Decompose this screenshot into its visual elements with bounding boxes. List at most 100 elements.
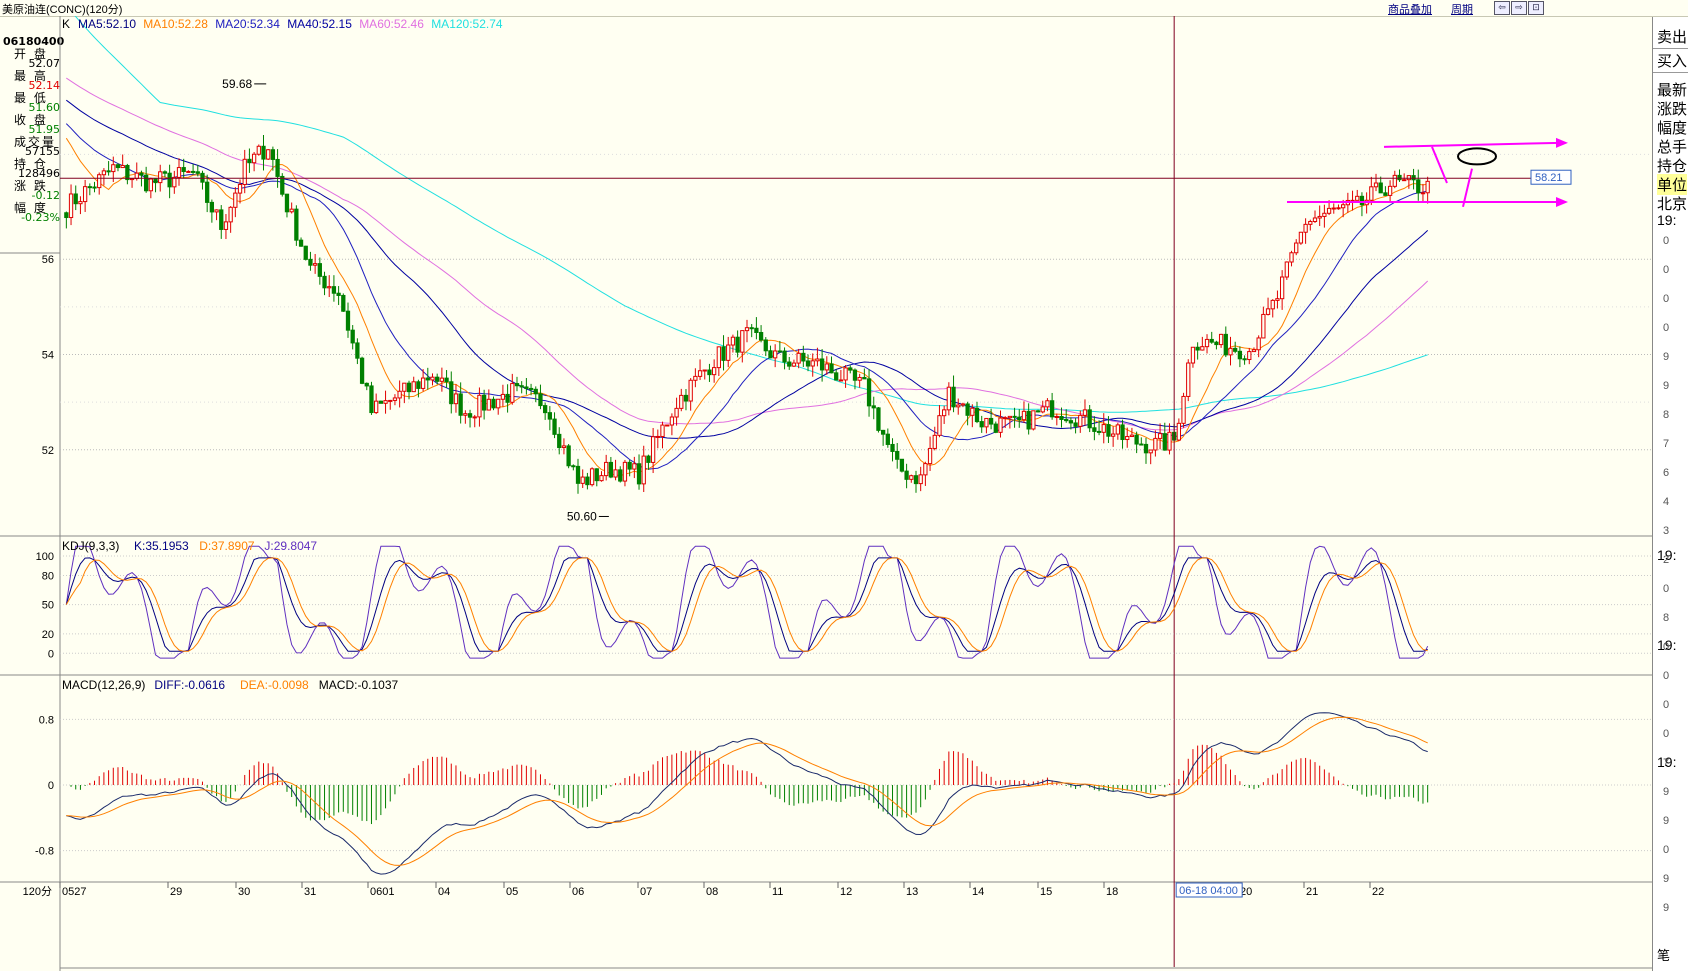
price-indicator-name: K [62, 17, 70, 31]
candle-body [1049, 400, 1055, 418]
macd-diff-line [66, 712, 1428, 875]
candle-body [834, 372, 839, 381]
next-arrow-icon[interactable]: ⇨ [1511, 1, 1527, 15]
candle-body [472, 416, 477, 419]
candle-body [144, 174, 149, 192]
candle-body [223, 221, 229, 230]
candle-body [740, 330, 745, 353]
tick-value: 9 [1663, 380, 1670, 392]
candle-body [172, 176, 177, 188]
macd-readout: MACD:-0.1037 [319, 678, 399, 692]
candle-body [327, 286, 332, 289]
overlay-commodity-button[interactable]: 商品叠加 [1388, 1, 1432, 17]
candle-body [294, 208, 299, 241]
tick-value: 9 [1663, 351, 1670, 363]
tick-value: 0 [1663, 293, 1670, 305]
quote-field-label: 总手 [1657, 139, 1688, 156]
x-axis-date-label: 05 [506, 886, 518, 898]
candle-body [237, 184, 243, 194]
candle-body [1416, 179, 1421, 194]
kdj-tick-label: 50 [42, 600, 54, 612]
candle-body [547, 412, 552, 420]
candle-body [580, 476, 585, 484]
candle-body [937, 415, 942, 436]
candle-body [744, 327, 750, 332]
ma20-line [65, 123, 1428, 470]
candle-body [312, 263, 318, 266]
candle-body [1017, 416, 1022, 421]
candle-body [632, 463, 637, 470]
x-axis-date-label: 29 [170, 886, 182, 898]
x-axis-date-label: 07 [640, 886, 652, 898]
candle-body [763, 339, 768, 352]
candle-body [927, 447, 933, 465]
candle-body [636, 463, 642, 485]
cursor-time-label: 06-18 04:00 [1179, 885, 1238, 897]
candle-body [852, 369, 858, 381]
candle-body [402, 382, 407, 392]
candle-body [1106, 424, 1111, 437]
candle-body [810, 360, 815, 367]
ma120-line [74, 16, 1428, 413]
candle-body [669, 416, 675, 426]
tick-value: 0 [1663, 844, 1670, 856]
candle-body [1092, 427, 1097, 432]
candle-body [317, 263, 322, 277]
candle-body [1322, 212, 1327, 217]
candle-body [599, 475, 604, 482]
candle-body [1111, 433, 1116, 437]
candle-body [1181, 395, 1186, 424]
candle-body [181, 167, 186, 173]
candle-body [693, 375, 698, 381]
candle-body [589, 468, 595, 486]
ma-readout: MA60:52.46 [359, 17, 424, 31]
sell-button[interactable]: 卖出 [1653, 27, 1688, 49]
buy-button[interactable]: 买入 [1653, 51, 1688, 73]
candle-body [378, 400, 383, 404]
chart-area[interactable]: 56 54 52 59.68 50.60 K MA5:52.10 MA10:52.28 MA20… [0, 16, 1652, 971]
candle-body [1242, 358, 1247, 361]
restore-window-icon[interactable]: ⊡ [1528, 1, 1544, 15]
trades-footer-label: 笔 [1657, 948, 1671, 963]
macd-readout: MACD(12,26,9) [62, 678, 145, 692]
candle-body [463, 413, 468, 416]
candle-body [773, 350, 778, 359]
candle-body [120, 164, 125, 169]
candle-body [1176, 422, 1182, 441]
x-axis-date-label: 22 [1372, 886, 1384, 898]
tick-value: 0 [1663, 235, 1670, 247]
candle-body [1082, 409, 1088, 416]
candle-body [397, 390, 402, 399]
candle-body [1218, 333, 1224, 346]
candle-body [538, 393, 543, 407]
candle-body [167, 172, 172, 188]
candle-body [458, 393, 463, 416]
macd-tick-label: -0.8 [35, 846, 54, 858]
instrument-title: 美原油连(CONC)(120分) [2, 4, 123, 16]
candle-body [552, 418, 557, 435]
chart-window: 美原油连(CONC)(120分) 商品叠加 周期 ⇦ ⇨ ⊡ 06180400 … [0, 0, 1688, 971]
candle-body [1420, 192, 1426, 195]
candle-body [1045, 400, 1050, 408]
candle-body [876, 407, 881, 431]
candle-body [420, 377, 426, 389]
candle-body [857, 376, 862, 381]
candle-body [1204, 338, 1210, 348]
candle-body [655, 435, 660, 438]
candle-body [946, 386, 951, 411]
candle-body [97, 174, 102, 189]
period-button[interactable]: 周期 [1451, 1, 1473, 17]
x-axis-date-label: 12 [840, 886, 852, 898]
candle-body [477, 394, 482, 418]
candle-body [1308, 221, 1313, 225]
prev-arrow-icon[interactable]: ⇦ [1494, 1, 1510, 15]
candle-body [298, 239, 304, 247]
candle-body [1270, 299, 1275, 310]
annotation-line-upper [1383, 141, 1561, 148]
candle-body [1317, 215, 1322, 219]
candle-body [1068, 420, 1074, 424]
candle-body [411, 381, 416, 393]
candle-body [1289, 252, 1294, 263]
candle-body [1312, 217, 1318, 223]
ma-readout: MA120:52.74 [431, 17, 503, 31]
